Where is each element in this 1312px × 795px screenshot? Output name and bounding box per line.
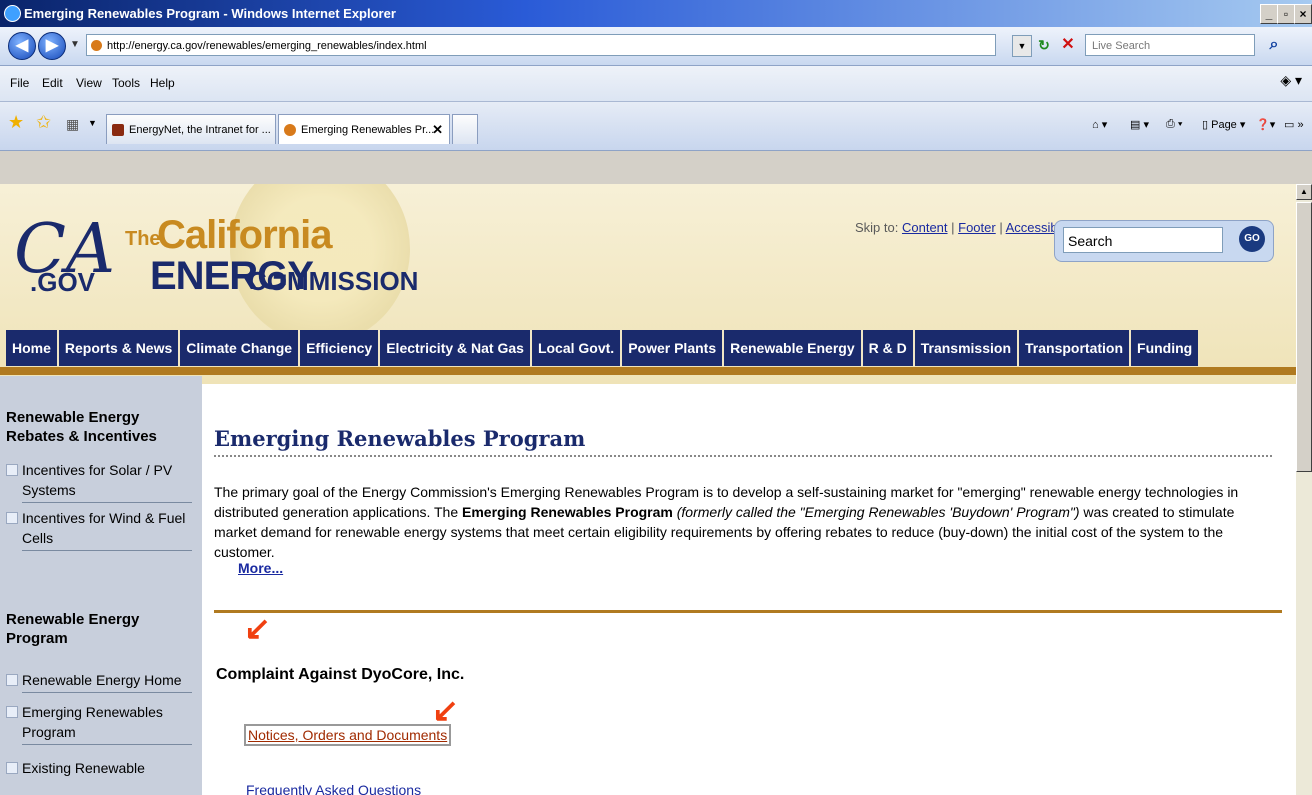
menu-edit[interactable]: Edit <box>42 76 63 90</box>
left-sidebar: Renewable Energy Rebates & Incentives In… <box>0 376 202 795</box>
skip-footer-link[interactable]: Footer <box>958 220 996 235</box>
nav-r-and-d[interactable]: R & D <box>863 330 915 366</box>
notices-orders-documents-link[interactable]: Notices, Orders and Documents <box>244 724 452 746</box>
new-tab-button[interactable] <box>452 114 478 144</box>
print-icon[interactable]: ⎙ ▾ <box>1166 118 1182 131</box>
minimize-button[interactable]: _ <box>1260 4 1278 24</box>
annotation-arrow-down-icon: ↙ <box>244 610 271 646</box>
stop-icon[interactable]: ✕ <box>1058 35 1078 55</box>
site-search: Search GO <box>1054 220 1274 262</box>
live-search-input[interactable]: Live Search <box>1085 34 1255 56</box>
nav-transmission[interactable]: Transmission <box>915 330 1019 366</box>
nav-electricity-nat-gas[interactable]: Electricity & Nat Gas <box>380 330 532 366</box>
refresh-icon[interactable]: ↻ <box>1034 35 1054 55</box>
ie-logo-icon <box>4 5 21 22</box>
nav-climate-change[interactable]: Climate Change <box>180 330 301 366</box>
back-button[interactable]: ◀ <box>8 32 36 60</box>
address-input[interactable]: http://energy.ca.gov/renewables/emerging… <box>86 34 996 56</box>
maximize-button[interactable]: ▫ <box>1277 4 1295 24</box>
site-search-input[interactable]: Search <box>1063 227 1223 253</box>
home-icon[interactable]: ⌂ ▾ <box>1092 118 1107 131</box>
page-title: Emerging Renewables Program <box>214 426 1272 457</box>
logo-the: The <box>125 228 161 250</box>
sidebar-heading-rebates: Renewable Energy Rebates & Incentives <box>6 409 157 445</box>
tab-energynet[interactable]: EnergyNet, the Intranet for ... <box>106 114 276 144</box>
page-viewport: CA .GOV The California ENERGY COMMISSION… <box>0 184 1296 795</box>
nav-transportation[interactable]: Transportation <box>1019 330 1132 366</box>
bullet-icon <box>6 706 18 718</box>
main-nav: Home Reports & News Climate Change Efficien… <box>6 330 1199 366</box>
address-bar: ◀ ▶ ▼ http://energy.ca.gov/renewables/em… <box>0 27 1312 66</box>
bullet-icon <box>6 762 18 774</box>
tab-bar: ★ ✩ ▦ ▼ EnergyNet, the Intranet for ... … <box>0 102 1312 151</box>
sidebar-item-existing[interactable]: Existing Renewable <box>22 758 192 780</box>
favorites-star-icon[interactable]: ★ <box>8 112 24 133</box>
browser-window: Emerging Renewables Program - Windows In… <box>0 0 1312 795</box>
windows-flag-icon[interactable]: ◈ ▾ <box>1280 72 1302 89</box>
tab-emerging-renewables[interactable]: Emerging Renewables Pr... ✕ <box>278 114 450 144</box>
close-tab-icon[interactable]: ✕ <box>432 115 443 144</box>
intro-formerly: (formerly called the "Emerging Renewable… <box>672 504 1080 520</box>
site-search-go-button[interactable]: GO <box>1239 226 1265 252</box>
tab-label: Emerging Renewables Pr... <box>301 124 435 136</box>
nav-renewable-energy[interactable]: Renewable Energy <box>724 330 863 366</box>
bullet-icon <box>6 464 18 476</box>
logo-california: California <box>157 213 332 257</box>
skip-label: Skip to: <box>855 220 899 235</box>
address-text: http://energy.ca.gov/renewables/emerging… <box>107 40 427 52</box>
menu-bar: File Edit View Tools Help ◈ ▾ <box>0 66 1312 102</box>
research-icon[interactable]: ▭ » <box>1284 118 1304 131</box>
quick-tabs-icon[interactable]: ▦ <box>66 116 79 133</box>
page-menu[interactable]: ▯ Page ▾ <box>1202 118 1245 131</box>
header-divider <box>0 367 1296 375</box>
menu-file[interactable]: File <box>10 76 29 90</box>
annotation-arrow-left-icon: ↙ <box>432 692 459 728</box>
intro-program-name: Emerging Renewables Program <box>462 504 673 520</box>
nav-power-plants[interactable]: Power Plants <box>622 330 725 366</box>
nav-efficiency[interactable]: Efficiency <box>300 330 381 366</box>
complaint-heading: Complaint Against DyoCore, Inc. <box>216 666 465 683</box>
tab-label: EnergyNet, the Intranet for ... <box>129 124 271 136</box>
close-window-button[interactable]: × <box>1294 4 1312 24</box>
scroll-up-icon[interactable]: ▲ <box>1296 184 1312 200</box>
sidebar-heading-program: Renewable Energy Program <box>6 611 140 647</box>
skip-links: Skip to: Content | Footer | Accessibilit… <box>855 220 1077 235</box>
feeds-icon[interactable]: ▤ ▾ <box>1130 118 1149 131</box>
sidebar-item-renewable-home[interactable]: Renewable Energy Home <box>22 670 192 693</box>
window-title: Emerging Renewables Program - Windows In… <box>24 6 396 21</box>
search-icon[interactable]: ⌕ <box>1262 33 1286 57</box>
logo-commission: COMMISSION <box>248 266 419 296</box>
menu-view[interactable]: View <box>76 76 102 90</box>
ca-gov-logo-suffix: .GOV <box>30 267 96 297</box>
sidebar-item-emerging[interactable]: Emerging Renewables Program <box>22 702 192 745</box>
menu-help[interactable]: Help <box>150 76 175 90</box>
tab-list-dropdown-icon[interactable]: ▼ <box>88 118 97 128</box>
nav-reports-news[interactable]: Reports & News <box>59 330 181 366</box>
forward-button[interactable]: ▶ <box>38 32 66 60</box>
nav-home[interactable]: Home <box>6 330 59 366</box>
faq-link[interactable]: Frequently Asked Questions <box>246 782 421 795</box>
sidebar-item-solar-pv[interactable]: Incentives for Solar / PV Systems <box>22 460 192 503</box>
help-icon[interactable]: ❓▾ <box>1256 118 1275 131</box>
address-dropdown-button[interactable]: ▼ <box>1012 35 1032 57</box>
more-link[interactable]: More... <box>238 560 283 576</box>
page-menu-label: Page <box>1211 119 1237 131</box>
nav-funding[interactable]: Funding <box>1131 330 1198 366</box>
bullet-icon <box>6 512 18 524</box>
title-bar: Emerging Renewables Program - Windows In… <box>0 0 1312 27</box>
bullet-icon <box>6 674 18 686</box>
scroll-thumb[interactable] <box>1296 202 1312 472</box>
sidebar-item-wind-fuel[interactable]: Incentives for Wind & Fuel Cells <box>22 508 192 551</box>
content-divider <box>214 610 1282 613</box>
add-favorites-icon[interactable]: ✩ <box>36 112 51 133</box>
tab-favicon-icon <box>112 124 124 136</box>
menu-tools[interactable]: Tools <box>112 76 140 90</box>
history-dropdown-icon[interactable]: ▼ <box>70 39 80 50</box>
intro-paragraph: The primary goal of the Energy Commissio… <box>214 482 1276 562</box>
nav-local-govt[interactable]: Local Govt. <box>532 330 623 366</box>
site-favicon-icon <box>91 40 102 51</box>
skip-content-link[interactable]: Content <box>902 220 948 235</box>
vertical-scrollbar[interactable]: ▲ <box>1296 184 1312 795</box>
tab-favicon-icon <box>284 124 296 136</box>
